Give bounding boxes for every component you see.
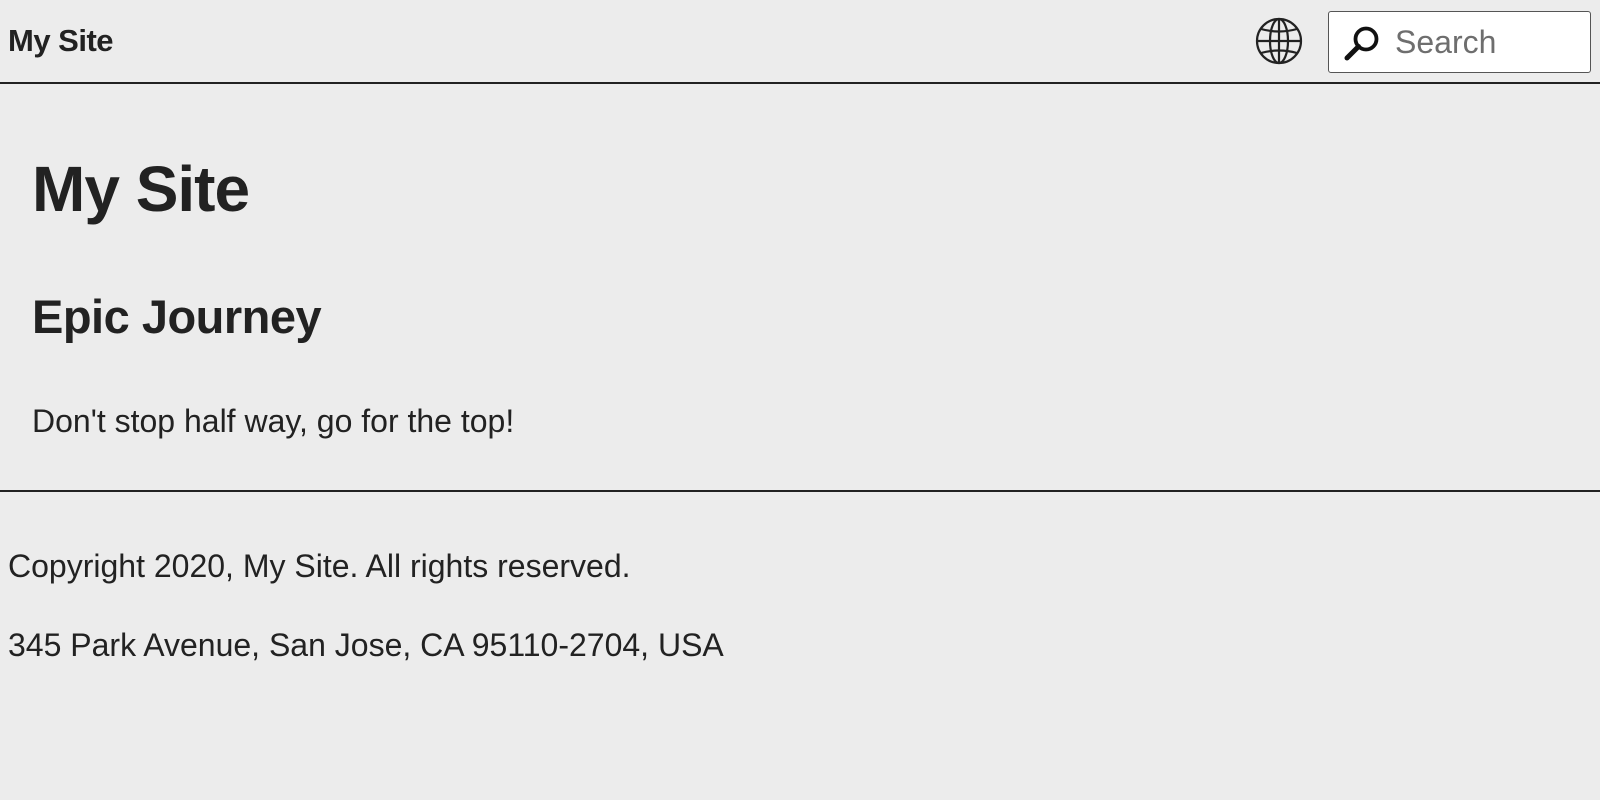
globe-icon[interactable] — [1254, 16, 1304, 66]
address-text: 345 Park Avenue, San Jose, CA 95110-2704… — [8, 627, 724, 663]
site-brand-link[interactable]: My Site — [8, 23, 114, 59]
main-content: My Site Epic Journey Don't stop half way… — [0, 84, 1600, 492]
page-title: My Site — [32, 153, 250, 225]
copyright-text: Copyright 2020, My Site. All rights rese… — [8, 548, 631, 584]
search-field[interactable] — [1328, 11, 1591, 73]
body-text: Don't stop half way, go for the top! — [32, 403, 515, 439]
site-footer: Copyright 2020, My Site. All rights rese… — [0, 492, 1600, 800]
site-header: My Site — [0, 0, 1600, 84]
search-icon — [1343, 24, 1381, 62]
section-title: Epic Journey — [32, 290, 322, 343]
search-input[interactable] — [1395, 20, 1580, 64]
